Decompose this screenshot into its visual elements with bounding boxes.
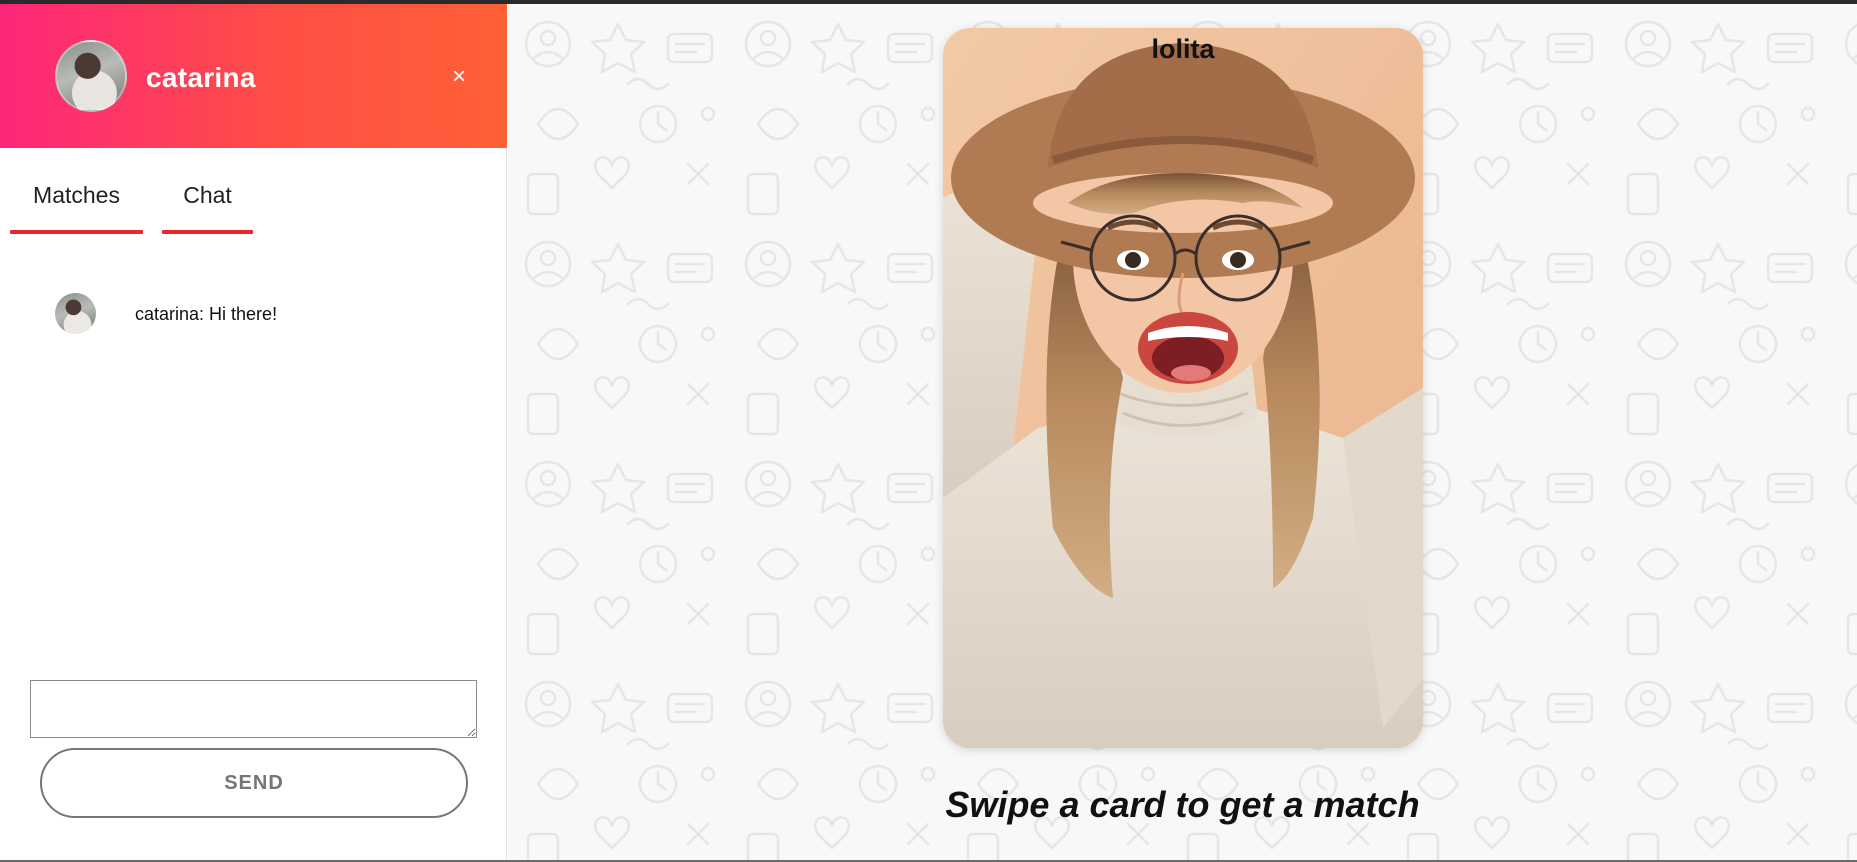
close-icon[interactable]: × xyxy=(446,64,472,90)
tab-matches-label: Matches xyxy=(33,182,120,208)
sidebar: catarina × Matches Chat catarina: Hi the… xyxy=(0,4,507,860)
sidebar-header: catarina × xyxy=(0,4,507,148)
tab-chat-label: Chat xyxy=(183,182,232,208)
chat-message-preview: catarina: Hi there! xyxy=(135,304,278,324)
swipe-area: lolita Swipe a card to get a match xyxy=(508,4,1857,860)
card-name: lolita xyxy=(1151,34,1215,64)
chat-avatar xyxy=(55,293,96,334)
send-button[interactable]: SEND xyxy=(40,748,468,818)
sidebar-tabs: Matches Chat xyxy=(0,148,507,234)
user-name: catarina xyxy=(146,62,256,93)
profile-card[interactable]: lolita xyxy=(943,28,1423,748)
tab-chat-underline xyxy=(162,230,253,234)
message-input[interactable] xyxy=(30,680,477,738)
profile-photo xyxy=(943,28,1423,748)
tab-matches[interactable]: Matches xyxy=(10,148,143,234)
tab-chat[interactable]: Chat xyxy=(162,148,253,234)
chat-item[interactable]: catarina: Hi there! xyxy=(0,292,507,338)
user-avatar[interactable] xyxy=(55,40,127,112)
swipe-hint: Swipe a card to get a match xyxy=(945,784,1420,825)
tab-matches-underline xyxy=(10,230,143,234)
